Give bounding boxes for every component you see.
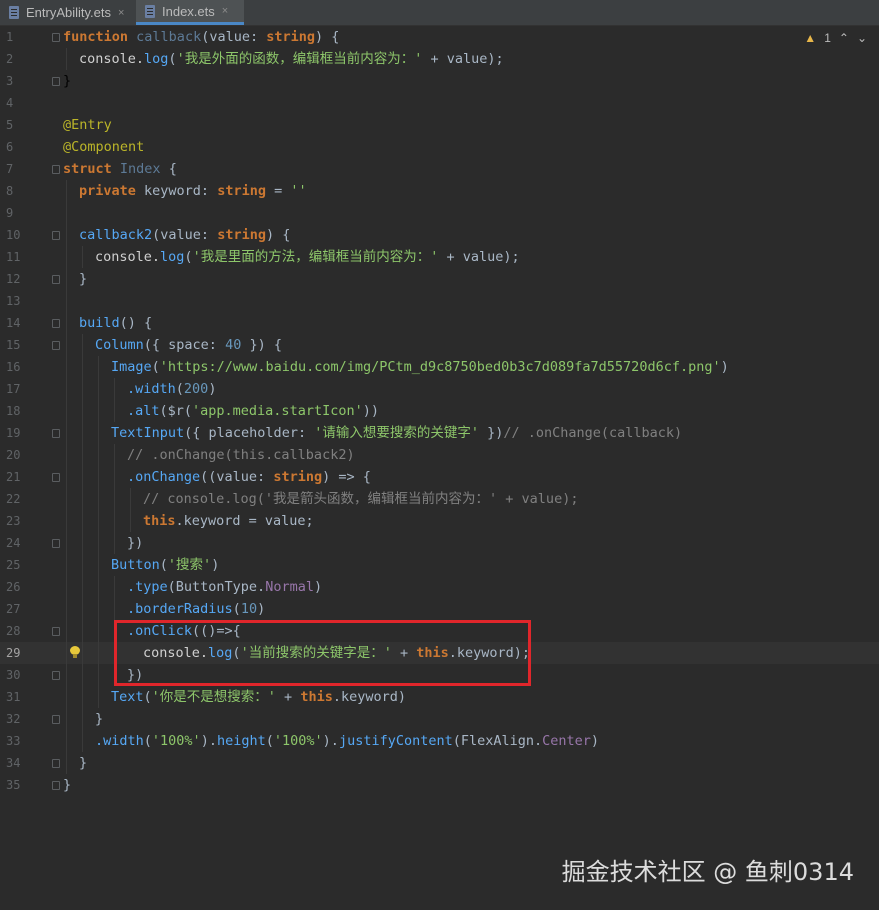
code-line-18: .alt($r('app.media.startIcon')) xyxy=(127,403,379,419)
file-icon xyxy=(8,6,20,19)
inspection-widget[interactable]: ▲ 1 ⌃ ⌄ xyxy=(804,31,867,45)
code-line-16: Image('https://www.baidu.com/img/PCtm_d9… xyxy=(111,359,729,375)
code-line-31: Text('你是不是想搜索：' + this.keyword) xyxy=(111,689,406,705)
code-line-34: } xyxy=(79,755,88,771)
line-number: 3 xyxy=(6,74,14,88)
code-line-2: console.log('我是外面的函数，编辑框当前内容为：' + value)… xyxy=(79,51,504,67)
fold-marker[interactable] xyxy=(52,473,60,482)
line-number: 25 xyxy=(6,558,21,572)
line-number: 10 xyxy=(6,228,21,242)
file-icon xyxy=(144,4,156,18)
line-number: 33 xyxy=(6,734,21,748)
line-number: 23 xyxy=(6,514,21,528)
next-highlight-icon[interactable]: ⌄ xyxy=(857,31,867,45)
line-number: 27 xyxy=(6,602,21,616)
line-number: 20 xyxy=(6,448,21,462)
line-number: 32 xyxy=(6,712,21,726)
fold-marker[interactable] xyxy=(52,671,60,680)
code-line-6: @Component xyxy=(63,139,145,155)
line-number: 11 xyxy=(6,250,21,264)
line-number: 2 xyxy=(6,52,14,66)
line-number: 17 xyxy=(6,382,21,396)
line-number: 1 xyxy=(6,30,14,44)
editor-tab-bar: EntryAbility.ets × Index.ets × xyxy=(0,0,879,26)
lightbulb-icon[interactable] xyxy=(70,646,80,658)
fold-marker[interactable] xyxy=(52,77,60,86)
line-number: 22 xyxy=(6,492,21,506)
code-line-26: .type(ButtonType.Normal) xyxy=(127,579,323,595)
code-line-24: }) xyxy=(127,535,144,551)
line-number: 26 xyxy=(6,580,21,594)
code-line-14: build() { xyxy=(79,315,153,331)
code-line-11: console.log('我是里面的方法，编辑框当前内容为：' + value)… xyxy=(95,249,520,265)
code-line-23: this.keyword = value; xyxy=(143,513,314,529)
code-line-19: TextInput({ placeholder: '请输入想要搜索的关键字' }… xyxy=(111,425,683,441)
line-number: 35 xyxy=(6,778,21,792)
code-line-5: @Entry xyxy=(63,117,112,133)
watermark: 掘金技术社区 @ 鱼刺0314 xyxy=(561,858,854,886)
previous-highlight-icon[interactable]: ⌃ xyxy=(839,31,849,45)
line-number: 12 xyxy=(6,272,21,286)
fold-marker[interactable] xyxy=(52,165,60,174)
line-number-gutter: 1 2 3 4 5 6 7 8 9 10 11 12 13 14 15 16 17 18 19 20 21 22 23 24 2… xyxy=(0,26,56,910)
tab-index[interactable]: Index.ets × xyxy=(136,0,244,25)
fold-marker[interactable] xyxy=(52,715,60,724)
line-number: 19 xyxy=(6,426,21,440)
code-line-20: // .onChange(this.callback2) xyxy=(127,447,355,463)
warning-count: 1 xyxy=(824,31,831,45)
code-line-32: } xyxy=(95,711,104,727)
fold-marker[interactable] xyxy=(52,759,60,768)
fold-marker[interactable] xyxy=(52,33,60,42)
tab-label: EntryAbility.ets xyxy=(26,5,112,20)
code-line-7: struct Index { xyxy=(63,161,177,177)
close-icon[interactable]: × xyxy=(222,5,228,17)
line-number: 8 xyxy=(6,184,14,198)
fold-marker[interactable] xyxy=(52,319,60,328)
fold-marker[interactable] xyxy=(52,781,60,790)
fold-marker[interactable] xyxy=(52,341,60,350)
close-icon[interactable]: × xyxy=(118,7,124,19)
line-number: 13 xyxy=(6,294,21,308)
tab-label: Index.ets xyxy=(162,3,215,19)
line-number: 29 xyxy=(6,646,21,660)
code-line-21: .onChange((value: string) => { xyxy=(127,469,371,485)
line-number: 6 xyxy=(6,140,14,154)
fold-marker[interactable] xyxy=(52,627,60,636)
code-line-33: .width('100%').height('100%').justifyCon… xyxy=(95,733,600,749)
code-line-17: .width(200) xyxy=(127,381,217,397)
fold-marker[interactable] xyxy=(52,275,60,284)
fold-marker[interactable] xyxy=(52,231,60,240)
code-line-25: Button('搜索') xyxy=(111,557,220,573)
tab-entryability[interactable]: EntryAbility.ets × xyxy=(8,0,128,25)
code-line-27: .borderRadius(10) xyxy=(127,601,266,617)
code-line-15: Column({ space: 40 }) { xyxy=(95,337,282,353)
line-number: 7 xyxy=(6,162,14,176)
line-number: 28 xyxy=(6,624,21,638)
line-number: 15 xyxy=(6,338,21,352)
fold-marker[interactable] xyxy=(52,539,60,548)
line-number: 14 xyxy=(6,316,21,330)
line-number: 16 xyxy=(6,360,21,374)
code-line-10: callback2(value: string) { xyxy=(79,227,291,243)
line-number: 9 xyxy=(6,206,14,220)
line-number: 31 xyxy=(6,690,21,704)
line-number: 24 xyxy=(6,536,21,550)
code-line-3: } xyxy=(63,73,72,89)
code-line-35: } xyxy=(63,777,72,793)
line-number: 5 xyxy=(6,118,14,132)
warning-icon: ▲ xyxy=(804,31,817,45)
code-line-8: private keyword: string = '' xyxy=(79,183,307,199)
line-number: 34 xyxy=(6,756,21,770)
code-line-22: // console.log('我是箭头函数，编辑框当前内容为：' + valu… xyxy=(143,491,579,507)
line-number: 4 xyxy=(6,96,14,110)
code-line-12: } xyxy=(79,271,88,287)
fold-marker[interactable] xyxy=(52,429,60,438)
line-number: 18 xyxy=(6,404,21,418)
code-line-1: function callback(value: string) { xyxy=(63,29,340,45)
line-number: 30 xyxy=(6,668,21,682)
line-number: 21 xyxy=(6,470,21,484)
red-annotation-box xyxy=(114,620,531,686)
